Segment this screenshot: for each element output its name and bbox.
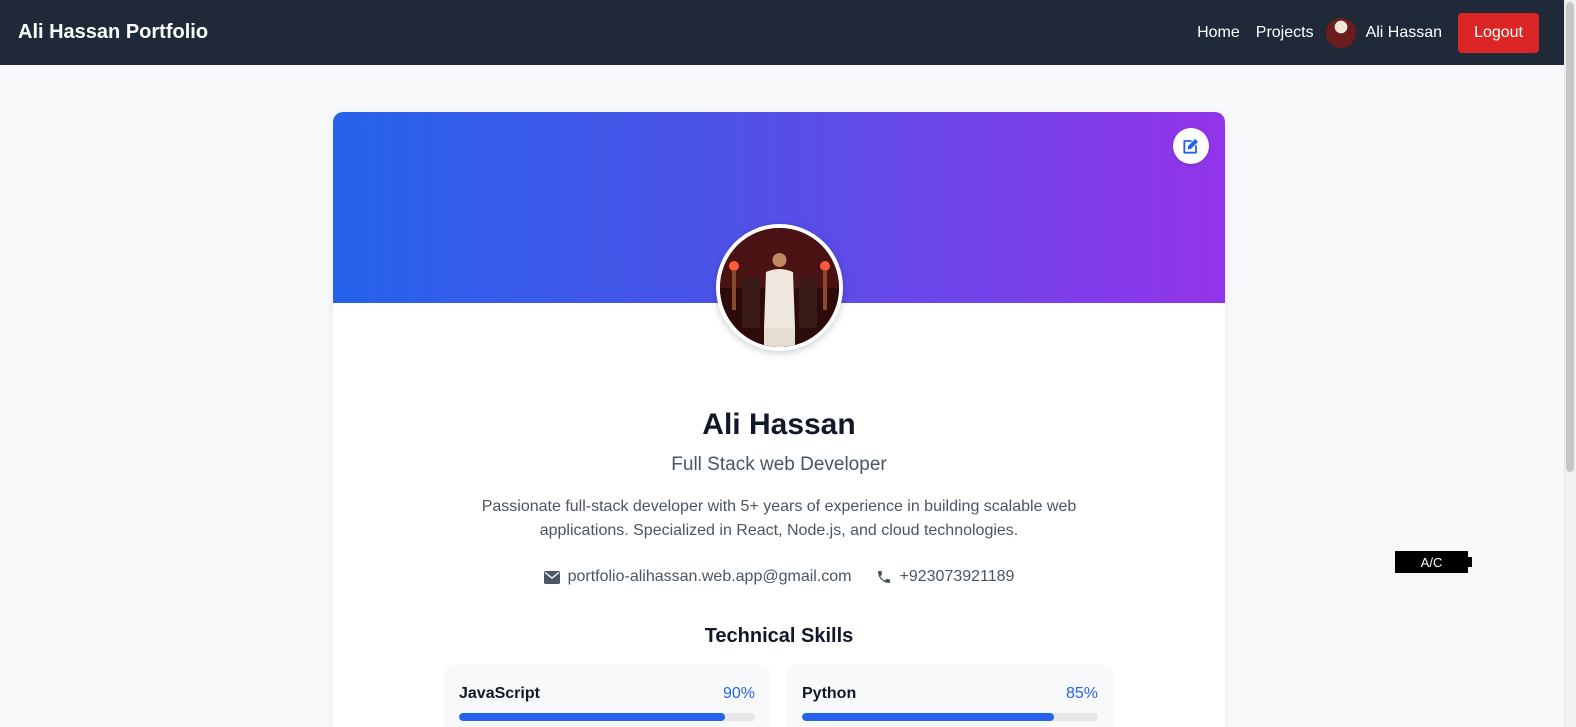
contact-phone[interactable]: +923073921189 (876, 568, 1015, 586)
edit-icon (1183, 138, 1199, 154)
profile-name: Ali Hassan (702, 408, 856, 441)
top-navbar: Ali Hassan Portfolio Home Projects Ali H… (0, 0, 1564, 65)
profile-card: Ali Hassan Full Stack web Developer Pass… (333, 112, 1225, 727)
skill-percent: 90% (722, 685, 755, 702)
contact-email-text: portfolio-alihassan.web.app@gmail.com (567, 568, 852, 585)
skill-card-python: Python 85% (787, 665, 1113, 727)
skill-percent: 85% (1065, 685, 1098, 702)
nav-avatar (1325, 17, 1356, 48)
profile-title: Full Stack web Developer (671, 454, 887, 475)
brand-title[interactable]: Ali Hassan Portfolio (18, 21, 208, 44)
logout-button[interactable]: Logout (1458, 12, 1539, 53)
nav-menu: Home Projects Ali Hassan Logout (1181, 12, 1539, 53)
skill-progress-fill (459, 713, 726, 721)
skill-progress-bar (459, 713, 755, 721)
contact-phone-text: +923073921189 (899, 568, 1015, 585)
ac-badge-nub (1467, 557, 1472, 567)
nav-user-profile[interactable]: Ali Hassan (1325, 17, 1443, 48)
scrollbar-thumb[interactable] (1566, 2, 1574, 472)
nav-link-projects[interactable]: Projects (1256, 24, 1314, 42)
contact-email[interactable]: portfolio-alihassan.web.app@gmail.com (543, 568, 852, 586)
profile-bio: Passionate full-stack developer with 5+ … (481, 498, 1077, 539)
phone-icon (877, 571, 890, 583)
skill-progress-bar (802, 713, 1098, 721)
ac-badge: A/C (1395, 551, 1468, 573)
skills-heading: Technical Skills (704, 625, 854, 647)
edit-profile-button[interactable] (1173, 128, 1209, 164)
contact-info: portfolio-alihassan.web.app@gmail.com +9… (333, 568, 1225, 586)
envelope-icon (543, 570, 560, 584)
nav-user-name: Ali Hassan (1365, 23, 1443, 41)
skill-card-javascript: JavaScript 90% (444, 665, 770, 727)
skill-progress-fill (802, 713, 1054, 721)
profile-avatar (716, 224, 843, 351)
skill-name: Python (802, 685, 857, 702)
nav-link-home[interactable]: Home (1197, 24, 1240, 42)
skill-name: JavaScript (459, 685, 540, 702)
page-scrollbar[interactable] (1564, 0, 1576, 727)
